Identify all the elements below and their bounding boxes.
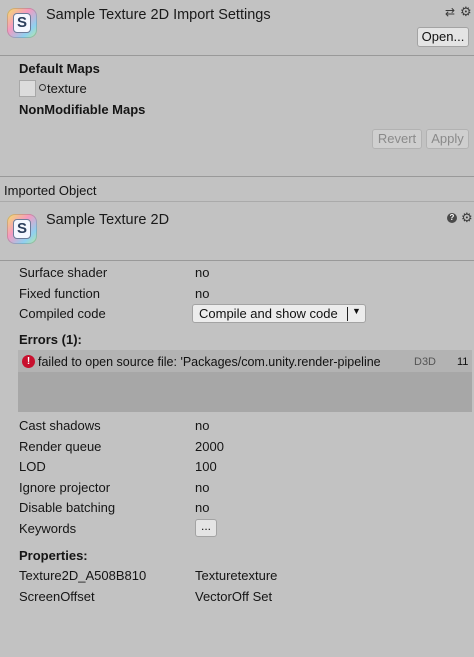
help-icon[interactable]: ? <box>447 213 457 223</box>
error-api: D3D <box>414 356 437 368</box>
error-row[interactable]: ! failed to open source file: 'Packages/… <box>18 350 472 372</box>
imported-divider <box>0 201 474 202</box>
apply-button[interactable]: Apply <box>426 129 469 149</box>
chevron-down-icon: ▼ <box>352 306 361 316</box>
surface-shader-label: Surface shader <box>19 265 108 280</box>
error-message: failed to open source file: 'Packages/co… <box>38 355 381 369</box>
render-queue-label: Render queue <box>19 439 102 454</box>
imported-object-label: Imported Object <box>4 183 97 198</box>
property-name: Texture2D_A508B810 <box>19 568 147 583</box>
compile-dropdown-label: Compile and show code <box>199 306 338 321</box>
open-button[interactable]: Open... <box>417 27 469 47</box>
object-picker-icon[interactable] <box>39 84 46 91</box>
compiled-code-label: Compiled code <box>19 306 106 321</box>
header-divider <box>0 55 474 56</box>
gear-icon-imported[interactable]: ⚙ <box>461 210 473 226</box>
cast-shadows-value: no <box>195 418 210 433</box>
gear-icon[interactable]: ⚙ <box>460 4 472 20</box>
ignore-projector-value: no <box>195 480 210 495</box>
dropdown-divider <box>347 307 348 321</box>
section-divider <box>0 176 474 177</box>
property-name: ScreenOffset <box>19 589 95 604</box>
preset-icon[interactable]: ⇄ <box>445 5 455 19</box>
cast-shadows-label: Cast shadows <box>19 418 101 433</box>
compile-dropdown[interactable]: Compile and show code ▼ <box>192 304 366 323</box>
property-value: VectorOff Set <box>195 589 273 604</box>
texture-slot[interactable] <box>19 80 36 97</box>
fixed-function-label: Fixed function <box>19 286 100 301</box>
shader-asset-icon-imported: S <box>7 214 37 244</box>
errors-heading: Errors (1): <box>19 332 82 347</box>
default-maps-heading: Default Maps <box>19 61 100 76</box>
property-value: Texturetexture <box>195 568 278 583</box>
inspector-title: Sample Texture 2D Import Settings <box>46 7 271 23</box>
error-icon: ! <box>22 355 35 368</box>
errors-list[interactable]: ! failed to open source file: 'Packages/… <box>18 350 472 412</box>
fixed-function-value: no <box>195 286 210 301</box>
disable-batching-label: Disable batching <box>19 500 116 515</box>
error-line: 11 <box>457 356 469 368</box>
nonmodifiable-maps-heading: NonModifiable Maps <box>19 102 146 117</box>
surface-shader-value: no <box>195 265 210 280</box>
disable-batching-value: no <box>195 500 210 515</box>
imported-object-title: Sample Texture 2D <box>46 212 170 228</box>
revert-button[interactable]: Revert <box>372 129 422 149</box>
imported-header-divider <box>0 260 474 261</box>
texture-label: texture <box>47 81 87 96</box>
keywords-label: Keywords <box>19 521 77 536</box>
lod-label: LOD <box>19 459 46 474</box>
properties-heading: Properties: <box>19 548 88 563</box>
render-queue-value: 2000 <box>195 439 224 454</box>
ignore-projector-label: Ignore projector <box>19 480 111 495</box>
shader-asset-icon: S <box>7 8 37 38</box>
lod-value: 100 <box>195 459 217 474</box>
keywords-button[interactable]: ... <box>195 519 217 537</box>
